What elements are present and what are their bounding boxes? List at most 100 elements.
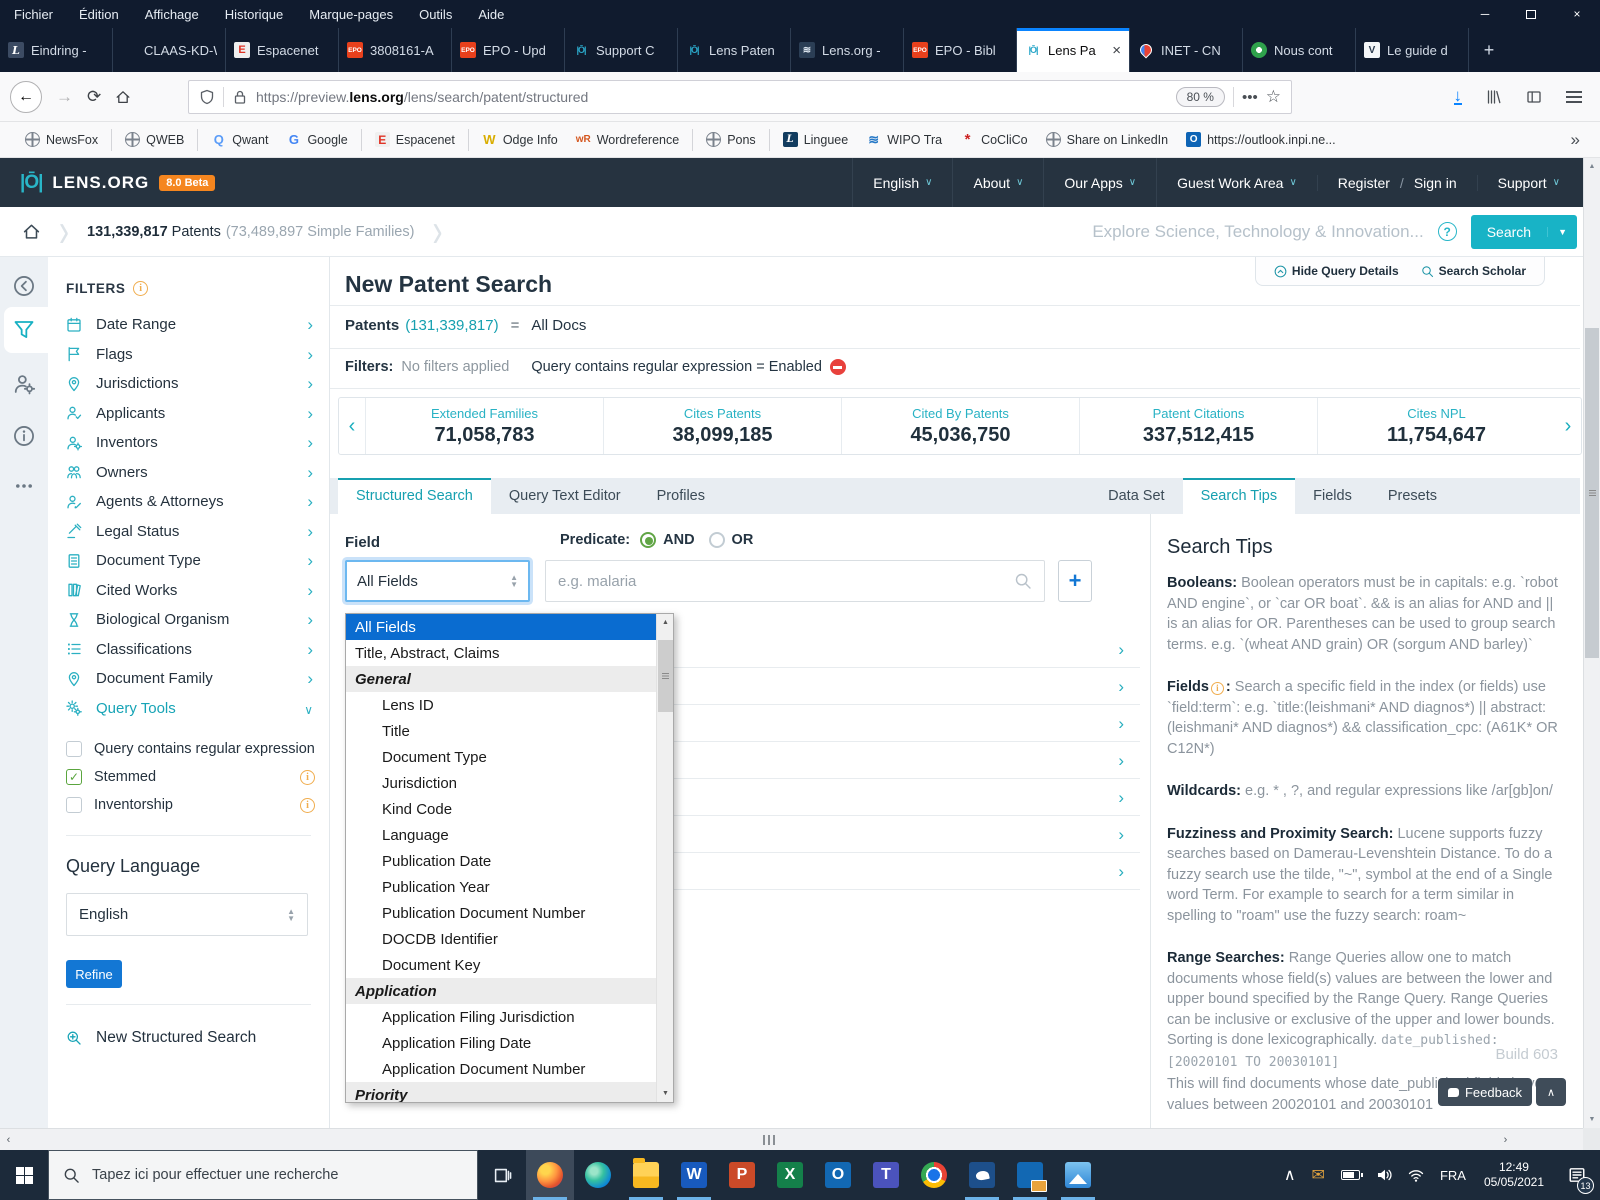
bookmark-item[interactable]: Qwant [202,132,277,147]
checkbox[interactable] [66,741,82,757]
profiles-icon[interactable] [13,373,35,395]
browser-tab[interactable]: EPO - Bibl × [904,28,1017,72]
browser-tab[interactable]: CLAAS-KD-Wö × [113,28,226,72]
dropdown-option[interactable]: Application Filing Date [346,1030,656,1056]
dropdown-option[interactable]: Title [346,718,656,744]
help-icon[interactable]: ? [1438,222,1457,241]
dropdown-option[interactable]: Kind Code [346,796,656,822]
dropdown-option[interactable]: Application [346,978,656,1004]
page-actions-icon[interactable]: ••• [1242,89,1258,106]
menu-item[interactable]: Affichage [145,7,199,22]
menu-item[interactable]: Aide [478,7,504,22]
filter-item[interactable]: Biological Organism [66,605,329,635]
url-bar[interactable]: https://preview.lens.org/lens/search/pat… [188,80,1292,114]
scrollbar-thumb[interactable] [1585,328,1599,658]
carousel-prev-icon[interactable]: ‹ [339,415,365,438]
filter-item[interactable]: Date Range [66,310,329,340]
dropdown-option[interactable]: Publication Year [346,874,656,900]
browser-tab[interactable]: Le guide d × [1356,28,1469,72]
side-tab[interactable]: Search Tips [1183,478,1296,514]
forward-button[interactable]: → [56,87,73,107]
dropdown-option[interactable]: Application Document Number [346,1056,656,1082]
taskbar-app[interactable] [1054,1150,1102,1200]
bookmark-item[interactable]: Linguee [774,132,858,147]
site-nav-item[interactable]: Our Apps ∨ [1043,158,1156,207]
back-button[interactable]: ← [10,81,42,113]
stat-column[interactable]: Extended Families 71,058,783 [365,398,603,454]
bookmark-item[interactable]: Google [277,132,356,147]
library-icon[interactable] [1486,89,1502,105]
bookmark-item[interactable]: Pons [697,132,765,147]
new-structured-search-link[interactable]: New Structured Search [66,1029,329,1047]
horizontal-scrollbar[interactable]: ‹ › [0,1128,1600,1150]
bookmark-item[interactable]: Odge Info [473,132,567,147]
side-tab[interactable]: Presets [1370,478,1455,514]
main-tab[interactable]: Query Text Editor [491,478,639,514]
filter-item[interactable]: Inventors [66,428,329,458]
filters-funnel-icon[interactable] [13,319,35,341]
stat-column[interactable]: Cites NPL 11,754,647 [1317,398,1555,454]
task-view-button[interactable] [478,1150,526,1200]
browser-tab[interactable]: Lens.org - × [791,28,904,72]
downloads-icon[interactable]: ↓ [1454,89,1463,105]
filter-item[interactable]: Owners [66,458,329,488]
browser-tab[interactable]: Espacenet × [226,28,339,72]
browser-tab[interactable]: 3808161-A × [339,28,452,72]
site-nav-item[interactable]: About ∨ [952,158,1043,207]
close-button[interactable]: × [1554,0,1600,28]
menu-hamburger-icon[interactable] [1566,91,1582,93]
url-text[interactable]: https://preview.lens.org/lens/search/pat… [256,89,1168,105]
reload-button[interactable]: ⟳ [87,87,101,107]
browser-tab[interactable]: Nous cont × [1243,28,1356,72]
bookmark-item[interactable]: Share on LinkedIn [1037,132,1177,147]
query-term-input[interactable]: e.g. malaria [545,560,1045,602]
dropdown-option[interactable]: Jurisdiction [346,770,656,796]
dropdown-option[interactable]: Title, Abstract, Claims [346,640,656,666]
taskbar-app[interactable] [862,1150,910,1200]
predicate-radio[interactable]: OR [709,532,754,548]
filter-item[interactable]: Flags [66,340,329,370]
filter-item[interactable]: Classifications [66,635,329,665]
add-row-button[interactable]: + [1058,560,1092,602]
main-tab[interactable]: Profiles [639,478,723,514]
zoom-level-badge[interactable]: 80 % [1176,87,1225,107]
more-options-icon[interactable] [13,475,35,497]
dropdown-option[interactable]: Document Type [346,744,656,770]
browser-tab[interactable]: INET - CN × [1130,28,1243,72]
bookmark-item[interactable]: Espacenet [366,132,464,147]
bookmark-item[interactable]: QWEB [116,132,193,147]
browser-tab[interactable]: EPO - Upd × [452,28,565,72]
filter-item[interactable]: Document Type [66,546,329,576]
browser-tab[interactable]: Lens Pa × [1017,28,1130,72]
taskbar-app[interactable] [1006,1150,1054,1200]
scrollbar-grip[interactable] [763,1135,777,1145]
register-link[interactable]: Register [1338,175,1390,191]
filter-item[interactable]: Cited Works [66,576,329,606]
taskbar-app[interactable] [670,1150,718,1200]
scroll-to-top-button[interactable]: ∧ [1536,1078,1566,1106]
taskbar-app[interactable] [766,1150,814,1200]
keyboard-language[interactable]: FRA [1432,1150,1474,1200]
dropdown-option[interactable]: General [346,666,656,692]
explore-placeholder[interactable]: Explore Science, Technology & Innovation… [1092,222,1423,242]
home-icon[interactable] [22,222,41,241]
remove-filter-icon[interactable] [830,359,846,375]
scroll-left-icon[interactable]: ‹ [0,1131,17,1149]
bookmark-item[interactable]: NewsFox [16,132,107,147]
filter-item[interactable]: Applicants [66,399,329,429]
lens-logo[interactable]: |Ō| LENS.ORG 8.0 Beta [0,172,215,194]
new-tab-button[interactable]: + [1469,28,1509,72]
filter-item[interactable]: Query Tools [66,694,329,724]
dropdown-option[interactable]: DOCDB Identifier [346,926,656,952]
tab-close-icon[interactable]: × [1112,42,1121,59]
signin-link[interactable]: Sign in [1414,175,1457,191]
dropdown-option[interactable]: Publication Document Number [346,900,656,926]
scroll-down-icon[interactable]: ▼ [657,1085,674,1102]
dropdown-option[interactable]: All Fields [346,614,656,640]
bookmarks-overflow-icon[interactable]: » [1571,130,1580,150]
battery-icon[interactable] [1333,1150,1368,1200]
predicate-radio[interactable]: AND [640,532,694,548]
minimize-button[interactable]: ─ [1462,0,1508,28]
hide-query-details-button[interactable]: Hide Query Details [1274,264,1399,278]
browser-tab[interactable]: Eindring - × [0,28,113,72]
